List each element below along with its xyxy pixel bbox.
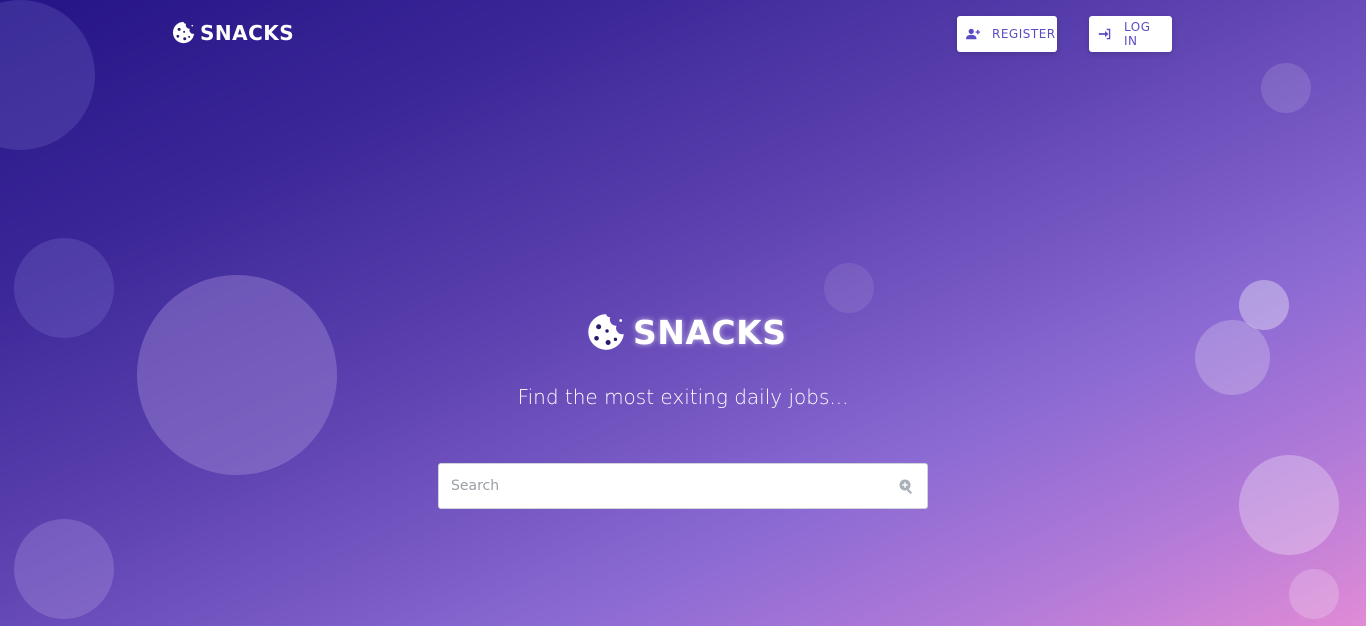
search-input[interactable] [439,464,898,508]
user-plus-icon [966,27,980,41]
cookie-icon [172,21,195,44]
decorative-bubble [1261,63,1311,113]
decorative-bubble [1239,455,1339,555]
hero-brand-text: SNACKS [633,312,787,352]
cookie-icon [588,314,624,350]
decorative-bubble [14,519,114,619]
register-label: REGISTER [992,27,1056,41]
decorative-bubble [1195,320,1270,395]
decorative-bubble [137,275,337,475]
search-plus-icon[interactable] [898,478,914,494]
search-bar [438,463,928,509]
header-logo-link[interactable]: SNACKS [171,20,294,45]
decorative-bubble [1289,569,1339,619]
login-button[interactable]: LOG IN [1089,16,1172,52]
hero-tagline: Find the most exiting daily jobs... [517,385,849,409]
login-label: LOG IN [1124,20,1151,48]
hero-logo: SNACKS [585,311,786,353]
header-brand-text: SNACKS [200,20,295,45]
register-button[interactable]: REGISTER [957,16,1057,52]
decorative-bubble [824,263,874,313]
decorative-bubble [0,0,95,150]
decorative-bubble [14,238,114,338]
sign-in-icon [1098,27,1112,41]
